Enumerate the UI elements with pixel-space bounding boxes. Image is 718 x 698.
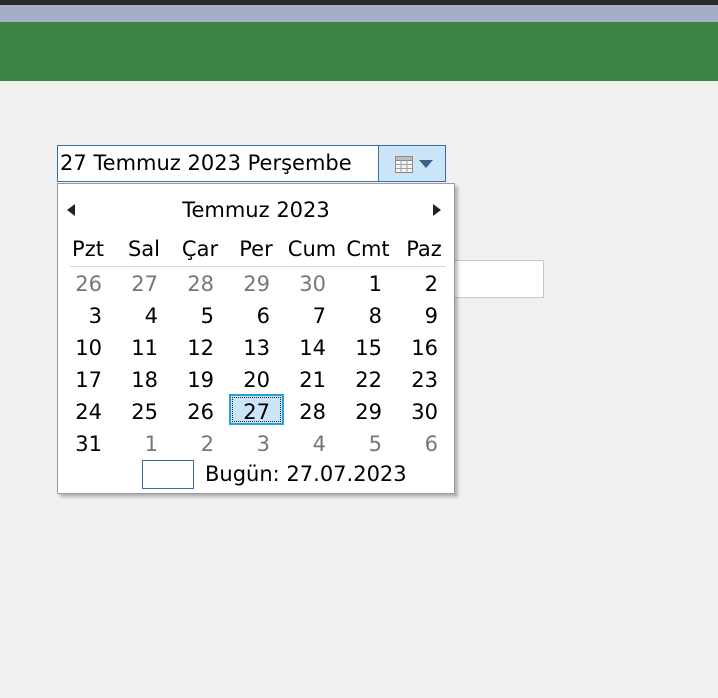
weekday-label: Cum (287, 237, 337, 261)
calendar-day[interactable]: 25 (116, 396, 172, 428)
weekday-label: Çar (181, 237, 219, 261)
calendar-day[interactable]: 26 (60, 268, 116, 300)
calendar-day[interactable]: 1 (340, 268, 396, 300)
weekday-header: Pzt Sal Çar Per Cum Cmt Paz (60, 237, 452, 267)
weekday-label: Cmt (346, 237, 390, 261)
calendar-day[interactable]: 29 (340, 396, 396, 428)
weekday-label: Sal (127, 237, 161, 261)
calendar-day[interactable]: 5 (340, 428, 396, 460)
calendar-day[interactable]: 1 (116, 428, 172, 460)
calendar-day[interactable]: 23 (396, 364, 452, 396)
weekday-label: Per (239, 237, 273, 261)
calendar-day[interactable]: 6 (228, 300, 284, 332)
calendar-day[interactable]: 30 (284, 268, 340, 300)
weekday-label: Pzt (72, 237, 104, 261)
calendar-day[interactable]: 28 (172, 268, 228, 300)
month-title[interactable]: Temmuz 2023 (58, 198, 454, 222)
calendar-day[interactable]: 12 (172, 332, 228, 364)
calendar-day[interactable]: 27 (228, 396, 284, 428)
calendar-day[interactable]: 19 (172, 364, 228, 396)
calendar-day[interactable]: 4 (116, 300, 172, 332)
calendar-day[interactable]: 7 (284, 300, 340, 332)
calendar-day[interactable]: 20 (228, 364, 284, 396)
header-band (0, 22, 718, 81)
weekday-label: Paz (406, 237, 442, 261)
calendar-day[interactable]: 6 (396, 428, 452, 460)
calendar-day[interactable]: 8 (340, 300, 396, 332)
calendar-day[interactable]: 16 (396, 332, 452, 364)
background-input-field[interactable] (450, 260, 544, 298)
calendar-day[interactable]: 31 (60, 428, 116, 460)
calendar-day[interactable]: 30 (396, 396, 452, 428)
calendar-day[interactable]: 21 (284, 364, 340, 396)
calendar-day[interactable]: 26 (172, 396, 228, 428)
calendar-day[interactable]: 2 (172, 428, 228, 460)
calendar-day[interactable]: 2 (396, 268, 452, 300)
calendar-popup: Temmuz 2023 Pzt Sal Çar Per Cum Cmt Paz 26 27 28… (57, 183, 455, 494)
today-swatch[interactable] (142, 460, 194, 489)
calendar-day[interactable]: 4 (284, 428, 340, 460)
calendar-day[interactable]: 9 (396, 300, 452, 332)
calendar-day[interactable]: 27 (116, 268, 172, 300)
calendar-day[interactable]: 18 (116, 364, 172, 396)
calendar-day[interactable]: 3 (228, 428, 284, 460)
calendar-day[interactable]: 3 (60, 300, 116, 332)
calendar-day[interactable]: 15 (340, 332, 396, 364)
calendar-day[interactable]: 17 (60, 364, 116, 396)
title-bar (0, 5, 718, 22)
calendar-day[interactable]: 14 (284, 332, 340, 364)
calendar-icon (395, 156, 413, 173)
calendar-day[interactable]: 11 (116, 332, 172, 364)
calendar-day[interactable]: 13 (228, 332, 284, 364)
date-picker-dropdown-button[interactable] (378, 145, 446, 182)
calendar-day[interactable]: 10 (60, 332, 116, 364)
chevron-down-icon (419, 160, 433, 168)
weekday-divider (70, 266, 446, 267)
today-link[interactable]: Bugün: 27.07.2023 (205, 462, 407, 486)
calendar-day[interactable]: 28 (284, 396, 340, 428)
calendar-day[interactable]: 24 (60, 396, 116, 428)
calendar-day[interactable]: 5 (172, 300, 228, 332)
calendar-day[interactable]: 22 (340, 364, 396, 396)
next-month-button[interactable] (433, 204, 441, 216)
calendar-day[interactable]: 29 (228, 268, 284, 300)
date-picker-value: 27 Temmuz 2023 Perşembe (60, 151, 352, 175)
date-picker-field[interactable]: 27 Temmuz 2023 Perşembe (57, 145, 378, 182)
